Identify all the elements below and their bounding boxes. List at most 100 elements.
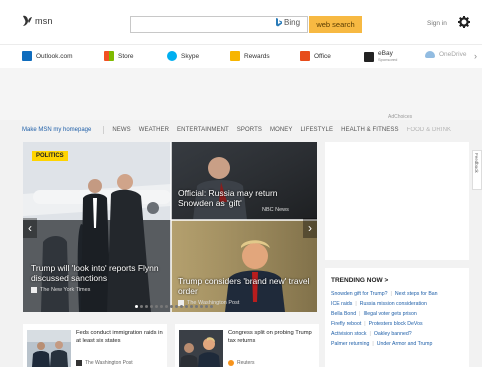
carousel-dot[interactable] <box>155 305 158 308</box>
nav-item-news[interactable]: NEWS <box>112 127 130 133</box>
link-label: Skype <box>181 52 200 60</box>
trending-link[interactable]: Activision stock <box>331 329 366 339</box>
hero-story-top-right[interactable]: Official: Russia may return Snowden as '… <box>178 188 313 213</box>
link-outlook[interactable]: Outlook.com <box>22 51 73 61</box>
link-label: Store <box>118 52 134 60</box>
web-search-button[interactable]: web search <box>309 16 362 33</box>
trending-link[interactable]: Illegal voter gets prison <box>363 309 416 319</box>
trending-row: Activision stock | Oakley banned? <box>331 329 463 339</box>
trending-row: Bella Bond | Illegal voter gets prison <box>331 309 463 319</box>
trending-link[interactable]: Firefly reboot <box>331 319 361 329</box>
trending-row: Palmer returning | Under Armor and Trump <box>331 339 463 349</box>
nav-item-weather[interactable]: WEATHER <box>139 127 169 133</box>
carousel-dot[interactable] <box>180 305 183 308</box>
link-skype[interactable]: Skype <box>167 51 199 61</box>
carousel-dot[interactable] <box>210 305 213 308</box>
carousel-dot[interactable] <box>135 305 138 308</box>
carousel-dot[interactable] <box>170 305 173 308</box>
nav-item-entertainment[interactable]: ENTERTAINMENT <box>177 127 229 133</box>
trending-link[interactable]: Oakley banned? <box>374 329 412 339</box>
nav-item-money[interactable]: MONEY <box>270 127 293 133</box>
bing-label: Bing <box>284 18 301 27</box>
card-headline: Feds conduct immigration raids in at lea… <box>76 330 163 344</box>
bing-brand: Bing <box>276 18 300 27</box>
trending-link[interactable]: ICE raids <box>331 299 352 309</box>
link-ebay[interactable]: eBay Sponsored <box>364 50 398 63</box>
link-label: OneDrive <box>439 51 467 58</box>
source-logo-icon <box>31 287 37 293</box>
carousel-dot[interactable] <box>190 305 193 308</box>
gear-icon[interactable] <box>458 16 470 28</box>
category-badge[interactable]: POLITICS <box>32 151 68 161</box>
carousel-dot[interactable] <box>145 305 148 308</box>
link-rewards[interactable]: Rewards <box>230 51 270 61</box>
carousel-dot[interactable] <box>165 305 168 308</box>
carousel-dot[interactable] <box>150 305 153 308</box>
carousel-dot[interactable] <box>205 305 208 308</box>
source-logo-icon <box>76 360 82 366</box>
nav-item-health-fitness[interactable]: HEALTH & FITNESS <box>341 127 399 133</box>
top-header: msn Bing web search Sign in <box>0 0 482 44</box>
link-office[interactable]: Office <box>300 51 331 61</box>
hero-story-bottom-right[interactable]: Trump considers 'brand new' travel order… <box>178 276 313 306</box>
carousel-dot[interactable] <box>195 305 198 308</box>
carousel-prev-button[interactable]: ‹ <box>23 218 37 238</box>
feedback-label: Feedback <box>474 153 479 173</box>
skype-icon <box>167 51 177 61</box>
link-label: Outlook.com <box>36 52 73 60</box>
story-headline: Official: Russia may return Snowden as '… <box>178 188 278 208</box>
feedback-tab[interactable]: Feedback <box>472 150 482 190</box>
trending-row: Firefly reboot | Protesters block DeVos <box>331 319 463 329</box>
carousel-dot[interactable] <box>185 305 188 308</box>
carousel-next-button[interactable]: › <box>303 218 317 238</box>
trending-link[interactable]: Protesters block DeVos <box>369 319 423 329</box>
nav-item-food-drink[interactable]: FOOD & DRINK <box>407 127 452 133</box>
hero-carousel[interactable]: POLITICS Trump will 'look into' reports … <box>23 142 317 312</box>
link-store[interactable]: Store <box>104 51 134 61</box>
trending-divider: | <box>359 311 361 317</box>
source-name: NBC News <box>262 207 289 213</box>
hero-story-main[interactable]: Trump will 'look into' reports Flynn dis… <box>31 263 167 293</box>
make-homepage-link[interactable]: Make MSN my homepage <box>22 127 91 133</box>
trending-link[interactable]: Snowden gift for Trump? <box>331 289 388 299</box>
sign-in-link[interactable]: Sign in <box>427 20 447 27</box>
trending-link[interactable]: Next steps for Ban <box>395 289 438 299</box>
onedrive-icon <box>425 51 435 58</box>
card-source: Reuters <box>228 360 255 366</box>
sponsored-label: Sponsored <box>378 57 398 62</box>
carousel-dot[interactable] <box>160 305 163 308</box>
chevron-right-icon[interactable]: › <box>474 51 477 61</box>
link-onedrive[interactable]: OneDrive <box>425 51 466 58</box>
trending-link[interactable]: Bella Bond <box>331 309 356 319</box>
carousel-dots <box>135 305 213 308</box>
news-card[interactable]: Feds conduct immigration raids in at lea… <box>23 324 167 367</box>
story-source: NBC News <box>262 207 289 213</box>
msn-logo[interactable]: msn <box>22 14 53 28</box>
trending-title[interactable]: TRENDING NOW > <box>331 277 463 284</box>
carousel-dot[interactable] <box>140 305 143 308</box>
trending-divider: | <box>364 321 366 327</box>
story-source: The New York Times <box>31 287 167 293</box>
trending-divider: | <box>390 291 392 297</box>
bing-logo-icon <box>276 18 282 27</box>
card-thumbnail <box>179 330 223 367</box>
trending-link[interactable]: Russia mission consideration <box>360 299 427 309</box>
trending-divider: | <box>369 331 371 337</box>
nav-item-sports[interactable]: SPORTS <box>237 127 262 133</box>
right-ad-slot <box>325 142 469 260</box>
category-nav: Make MSN my homepage NEWS WEATHER ENTERT… <box>22 124 459 136</box>
adchoices-label[interactable]: AdChoices <box>388 114 412 120</box>
nav-divider <box>103 126 105 134</box>
rewards-icon <box>230 51 240 61</box>
trending-link[interactable]: Palmer returning <box>331 339 369 349</box>
news-card[interactable]: Congress split on probing Trump tax retu… <box>175 324 319 367</box>
carousel-dot[interactable] <box>200 305 203 308</box>
msn-butterfly-icon <box>23 15 32 26</box>
nav-item-lifestyle[interactable]: LIFESTYLE <box>300 127 333 133</box>
trending-link[interactable]: Under Armor and Trump <box>377 339 433 349</box>
carousel-dot[interactable] <box>175 305 178 308</box>
source-name: Reuters <box>237 360 255 366</box>
link-label: Office <box>314 52 331 60</box>
link-label: Rewards <box>244 52 270 60</box>
trending-divider: | <box>372 341 374 347</box>
